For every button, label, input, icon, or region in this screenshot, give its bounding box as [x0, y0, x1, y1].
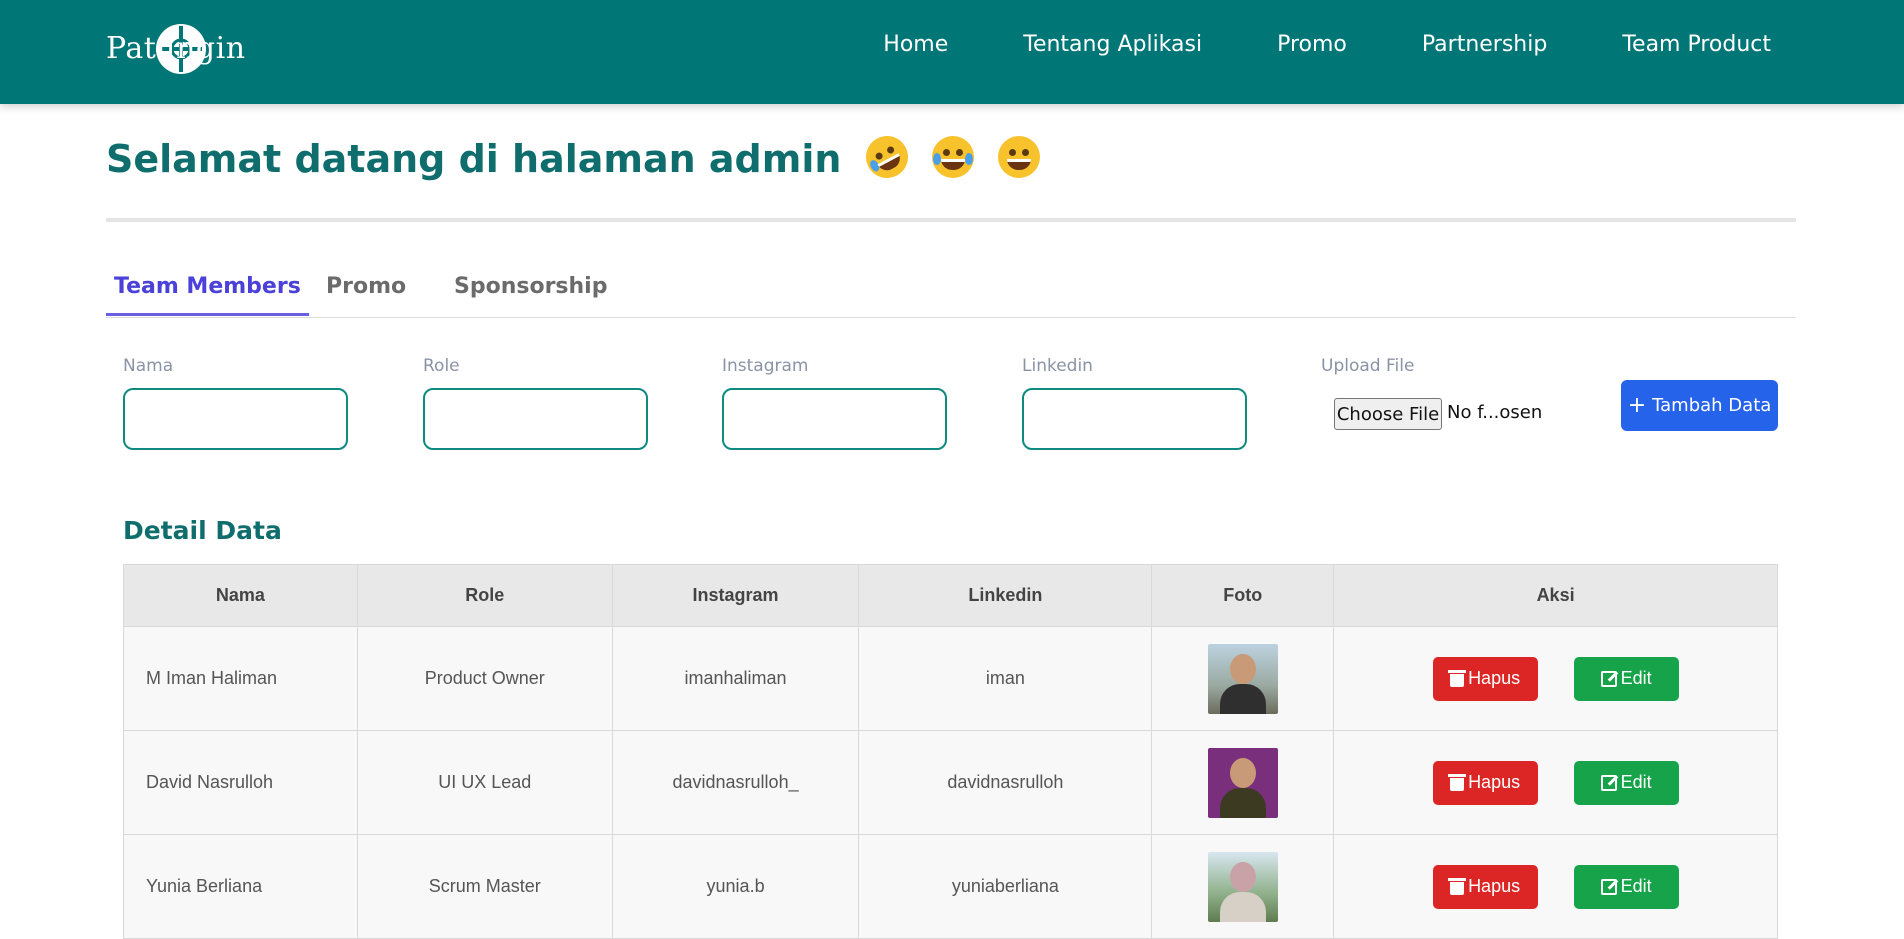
- cell-instagram: yunia.b: [611, 834, 860, 939]
- edit-label: Edit: [1620, 876, 1652, 896]
- hapus-button[interactable]: Hapus: [1432, 760, 1538, 805]
- edit-button[interactable]: Edit: [1573, 760, 1679, 805]
- cell-aksi: Hapus Edit: [1333, 730, 1778, 835]
- grinning-emoji-icon: [998, 136, 1041, 178]
- cell-linkedin: davidnasrulloh: [858, 730, 1153, 835]
- brand-logo[interactable]: Patungin: [106, 16, 246, 80]
- hapus-label: Hapus: [1468, 772, 1521, 792]
- cell-foto: [1151, 626, 1335, 731]
- member-photo: [1207, 747, 1278, 818]
- detail-data-title: Detail Data: [123, 516, 282, 545]
- column-header-linkedin: Linkedin: [858, 564, 1153, 627]
- cell-foto: [1151, 834, 1335, 939]
- edit-button[interactable]: Edit: [1573, 864, 1679, 909]
- choose-file-button[interactable]: Choose File: [1334, 398, 1442, 430]
- column-header-instagram: Instagram: [611, 564, 860, 627]
- brand-name: Patungin: [106, 30, 246, 66]
- cell-nama: David Nasrulloh: [123, 730, 358, 835]
- trash-icon: [1448, 877, 1467, 895]
- column-header-aksi: Aksi: [1333, 564, 1778, 627]
- tambah-data-button[interactable]: + Tambah Data: [1621, 380, 1778, 431]
- trash-icon: [1448, 669, 1467, 687]
- page-title-text: Selamat datang di halaman admin: [106, 137, 842, 181]
- detail-data-table: Nama Role Instagram Linkedin Foto Aksi M…: [123, 564, 1778, 939]
- nama-label: Nama: [123, 356, 174, 376]
- cell-linkedin: yuniaberliana: [858, 834, 1153, 939]
- role-label: Role: [423, 356, 460, 376]
- member-photo: [1207, 643, 1278, 714]
- tab-team-members[interactable]: Team Members: [106, 270, 309, 316]
- cell-role: Product Owner: [356, 626, 613, 731]
- cell-aksi: Hapus Edit: [1333, 626, 1778, 731]
- tab-sponsorship[interactable]: Sponsorship: [446, 270, 615, 313]
- title-divider: [106, 218, 1796, 222]
- nav-team-product[interactable]: Team Product: [1622, 32, 1771, 57]
- nav-partnership[interactable]: Partnership: [1422, 32, 1547, 57]
- edit-button[interactable]: Edit: [1573, 656, 1679, 701]
- linkedin-label: Linkedin: [1022, 356, 1093, 376]
- page-title: Selamat datang di halaman admin: [106, 128, 1041, 186]
- cell-instagram: imanhaliman: [611, 626, 860, 731]
- member-photo: [1207, 851, 1278, 922]
- upload-file-label: Upload File: [1321, 356, 1415, 376]
- cell-aksi: Hapus Edit: [1333, 834, 1778, 939]
- column-header-nama: Nama: [123, 564, 358, 627]
- cell-nama: Yunia Berliana: [123, 834, 358, 939]
- cell-linkedin: iman: [858, 626, 1153, 731]
- edit-label: Edit: [1620, 668, 1652, 688]
- nav-tentang-aplikasi[interactable]: Tentang Aplikasi: [1023, 32, 1202, 57]
- rolling-laughing-emoji-icon: [858, 128, 916, 186]
- navbar: Patungin Home Tentang Aplikasi Promo Par…: [0, 0, 1904, 104]
- table-row: David Nasrulloh UI UX Lead davidnasrullo…: [123, 730, 1778, 835]
- nav-home[interactable]: Home: [883, 32, 948, 57]
- table-row: M Iman Haliman Product Owner imanhaliman…: [123, 626, 1778, 731]
- cell-role: Scrum Master: [356, 834, 613, 939]
- edit-icon: [1600, 774, 1617, 791]
- hapus-label: Hapus: [1468, 668, 1521, 688]
- tab-bar: Team Members Promo Sponsorship: [106, 270, 1796, 318]
- main-nav: Home Tentang Aplikasi Promo Partnership …: [808, 32, 1771, 57]
- cell-nama: M Iman Haliman: [123, 626, 358, 731]
- plus-icon: +: [1627, 392, 1647, 418]
- trash-icon: [1448, 773, 1467, 791]
- instagram-label: Instagram: [722, 356, 809, 376]
- hapus-button[interactable]: Hapus: [1432, 656, 1538, 701]
- file-status: No f...osen: [1447, 402, 1543, 423]
- edit-icon: [1600, 878, 1617, 895]
- nama-input[interactable]: [123, 388, 348, 450]
- linkedin-input[interactable]: [1022, 388, 1247, 450]
- cell-foto: [1151, 730, 1335, 835]
- table-row: Yunia Berliana Scrum Master yunia.b yuni…: [123, 834, 1778, 939]
- tambah-data-label: Tambah Data: [1652, 395, 1772, 416]
- column-header-foto: Foto: [1151, 564, 1335, 627]
- edit-icon: [1600, 670, 1617, 687]
- column-header-role: Role: [356, 564, 613, 627]
- hapus-button[interactable]: Hapus: [1432, 864, 1538, 909]
- cell-instagram: davidnasrulloh_: [611, 730, 860, 835]
- edit-label: Edit: [1620, 772, 1652, 792]
- hapus-label: Hapus: [1468, 876, 1521, 896]
- instagram-input[interactable]: [722, 388, 947, 450]
- nav-promo[interactable]: Promo: [1277, 32, 1347, 57]
- tears-of-joy-emoji-icon: [931, 136, 974, 178]
- tab-promo[interactable]: Promo: [318, 270, 414, 313]
- role-input[interactable]: [423, 388, 648, 450]
- table-header-row: Nama Role Instagram Linkedin Foto Aksi: [123, 564, 1778, 627]
- cell-role: UI UX Lead: [356, 730, 613, 835]
